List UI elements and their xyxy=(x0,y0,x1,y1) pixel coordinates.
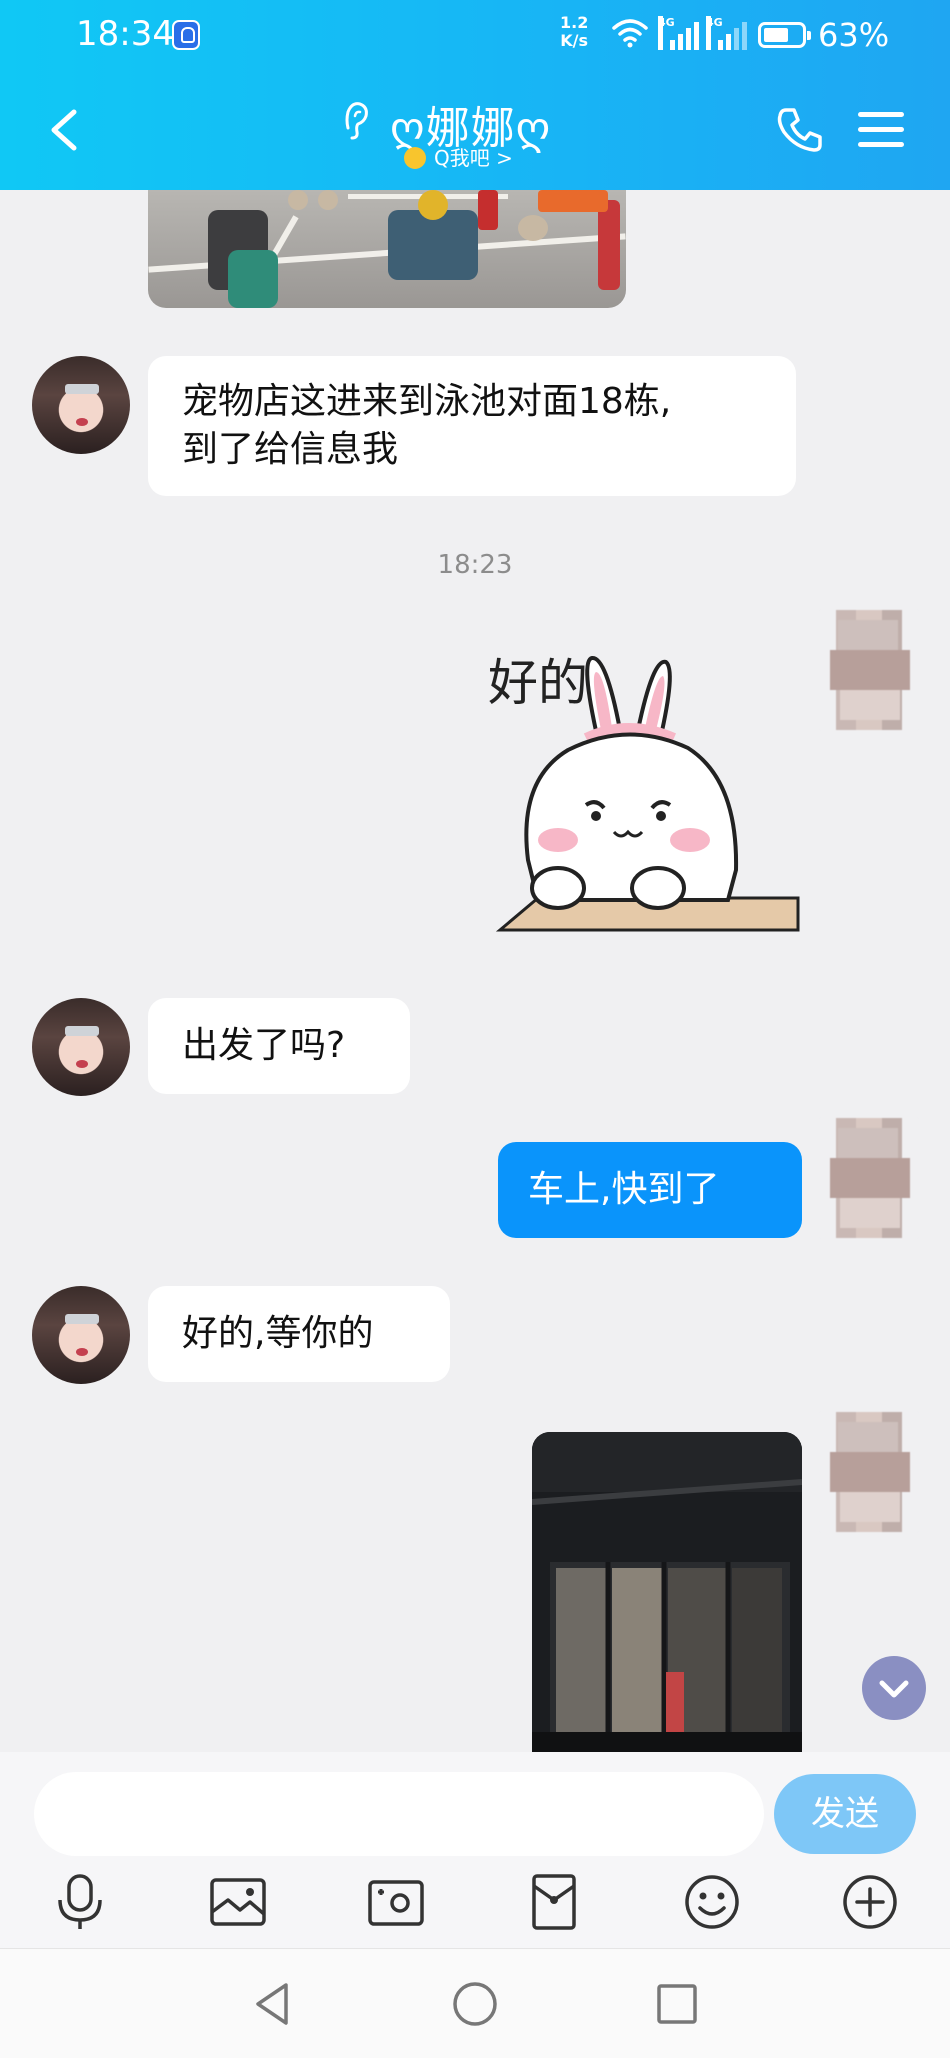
network-speed-unit: K/s xyxy=(560,31,589,50)
message-list[interactable]: 宠物店这进来到泳池对面18栋, 到了给信息我 18:23 好的! 出发了吗? 车… xyxy=(0,190,950,1752)
red-packet-icon[interactable] xyxy=(524,1872,584,1932)
image-message[interactable] xyxy=(148,190,626,308)
status-time: 18:34 xyxy=(76,14,174,54)
message-input[interactable] xyxy=(34,1772,764,1856)
incoming-message-bubble[interactable]: 出发了吗? xyxy=(148,998,410,1094)
image-message[interactable] xyxy=(532,1432,802,1752)
back-arrow-icon[interactable] xyxy=(46,108,82,152)
message-timestamp: 18:23 xyxy=(437,550,513,580)
contact-avatar[interactable] xyxy=(32,998,130,1096)
signal-strength-icon: 4G xyxy=(658,16,702,50)
my-avatar[interactable] xyxy=(820,1118,918,1238)
message-text: 出发了吗? xyxy=(182,1025,346,1066)
chevron-down-icon xyxy=(879,1680,909,1698)
status-bar: 18:34 1.2 K/s 4G 4G 63% xyxy=(0,0,950,72)
input-area: 发送 xyxy=(0,1752,950,1948)
incoming-message-bubble[interactable]: 宠物店这进来到泳池对面18栋, 到了给信息我 xyxy=(148,356,796,496)
contact-status-text: Q我吧 > xyxy=(434,146,513,170)
outgoing-message-bubble[interactable]: 车上,快到了 xyxy=(498,1142,802,1238)
ear-icon[interactable] xyxy=(340,98,372,142)
camera-icon[interactable] xyxy=(366,1872,426,1932)
smile-icon xyxy=(404,147,426,169)
wifi-icon xyxy=(612,19,648,48)
signal-strength-icon: 4G xyxy=(706,16,750,50)
plus-icon[interactable] xyxy=(840,1872,900,1932)
recent-square-icon[interactable] xyxy=(652,1979,702,2029)
battery-percent: 63% xyxy=(818,16,890,54)
network-speed-value: 1.2 xyxy=(560,13,589,32)
message-text: 车上,快到了 xyxy=(528,1169,720,1210)
emoji-icon[interactable] xyxy=(682,1872,742,1932)
menu-icon[interactable] xyxy=(858,110,906,150)
my-avatar[interactable] xyxy=(820,610,918,730)
signal-label: 4G xyxy=(706,16,723,50)
scroll-to-bottom-button[interactable] xyxy=(862,1656,926,1720)
battery-icon xyxy=(758,22,811,48)
system-navigation-bar xyxy=(0,1948,950,2058)
image-icon[interactable] xyxy=(208,1872,268,1932)
back-triangle-icon[interactable] xyxy=(248,1979,298,2029)
sticker-message[interactable]: 好的! xyxy=(488,630,804,950)
incoming-message-bubble[interactable]: 好的,等你的 xyxy=(148,1286,450,1382)
chat-header: 18:34 1.2 K/s 4G 4G 63% ღ娜娜ღ Q我吧 > xyxy=(0,0,950,190)
send-button[interactable]: 发送 xyxy=(774,1774,916,1854)
message-text: 好的,等你的 xyxy=(182,1313,374,1354)
microphone-icon[interactable] xyxy=(50,1872,110,1932)
phone-call-icon[interactable] xyxy=(776,106,824,154)
message-text: 宠物店这进来到泳池对面18栋, xyxy=(182,381,672,422)
signal-label: 4G xyxy=(658,16,675,50)
contact-status[interactable]: Q我吧 > xyxy=(404,142,513,171)
home-circle-icon[interactable] xyxy=(450,1979,500,2029)
notification-bulb-icon xyxy=(172,20,200,50)
contact-avatar[interactable] xyxy=(32,1286,130,1384)
network-speed: 1.2 K/s xyxy=(560,14,588,50)
message-text: 到了给信息我 xyxy=(182,429,399,470)
my-avatar[interactable] xyxy=(820,1412,918,1532)
contact-avatar[interactable] xyxy=(32,356,130,454)
